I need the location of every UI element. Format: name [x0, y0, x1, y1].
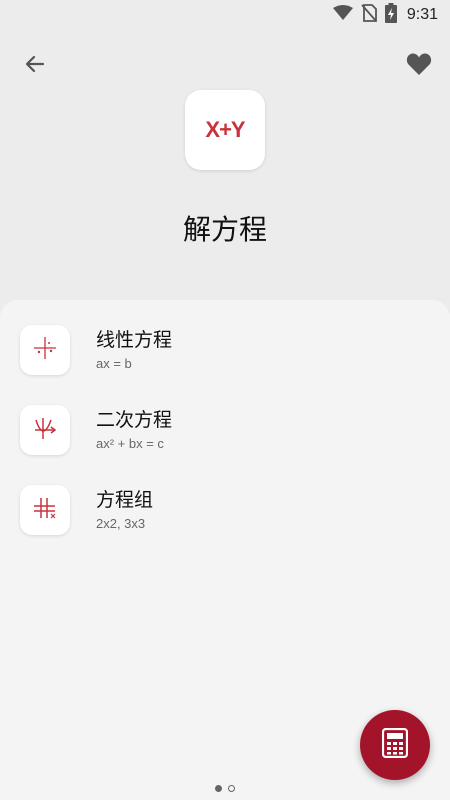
list-item-quadratic-equation[interactable]: 二次方程 ax² + bx = c	[0, 395, 450, 465]
item-subtitle: 2x2, 3x3	[96, 516, 146, 531]
page-dot-active[interactable]	[215, 785, 222, 792]
list-item-equation-system[interactable]: 方程组 2x2, 3x3	[0, 475, 450, 545]
no-sim-icon	[361, 4, 377, 26]
back-button[interactable]	[18, 49, 52, 83]
linear-equation-icon	[31, 334, 59, 366]
page-indicator	[0, 785, 450, 792]
item-subtitle: ax² + bx = c	[96, 436, 164, 451]
item-subtitle: ax = b	[96, 356, 132, 371]
arrow-back-icon	[23, 52, 47, 80]
favorite-button[interactable]	[402, 49, 436, 83]
quadratic-equation-icon	[31, 414, 59, 446]
top-bar	[0, 45, 450, 85]
wifi-icon	[332, 5, 353, 25]
logo-text: X+Y	[205, 117, 245, 142]
icon-container	[20, 405, 70, 455]
item-title: 方程组	[96, 489, 154, 511]
status-bar: 9:31	[0, 0, 450, 30]
icon-container	[20, 485, 70, 535]
calculator-icon	[381, 727, 409, 762]
app-logo: X+Y	[185, 90, 265, 170]
item-title: 线性方程	[96, 329, 173, 351]
page-dot[interactable]	[228, 785, 235, 792]
battery-charging-icon	[384, 3, 397, 27]
page-title: 解方程	[182, 213, 267, 246]
calculator-fab-button[interactable]	[360, 710, 430, 780]
equation-system-icon	[31, 494, 59, 526]
status-time: 9:31	[406, 6, 438, 23]
item-title: 二次方程	[96, 409, 173, 431]
icon-container	[20, 325, 70, 375]
heart-icon	[406, 52, 432, 80]
list-item-linear-equation[interactable]: 线性方程 ax = b	[0, 315, 450, 385]
